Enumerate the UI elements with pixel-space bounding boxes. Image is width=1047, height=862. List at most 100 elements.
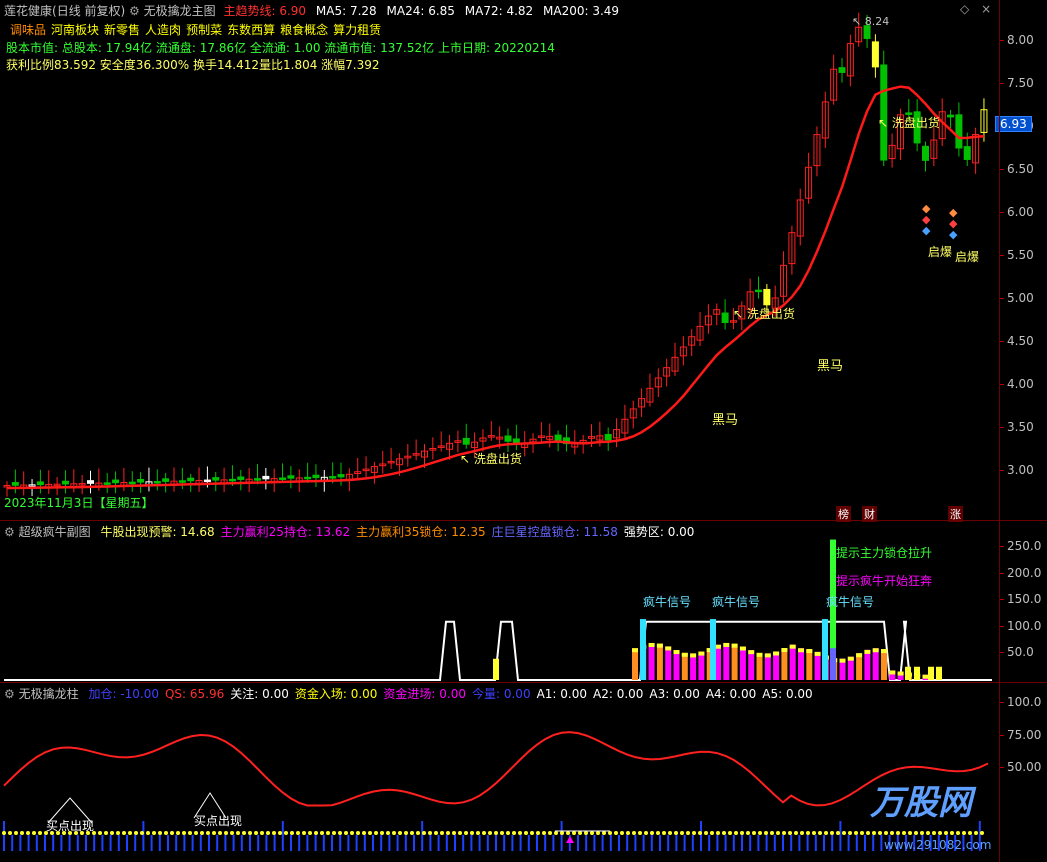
signal-dot <box>224 831 228 835</box>
signal-dot <box>800 831 804 835</box>
signal-dot <box>650 831 654 835</box>
candle-body <box>153 480 161 484</box>
signal-dot <box>296 831 300 835</box>
signal-dot <box>722 831 726 835</box>
signal-dot <box>356 831 360 835</box>
signal-dot <box>248 831 252 835</box>
bull-bar-cap <box>789 644 796 649</box>
concept-tag[interactable]: 粮食概念 <box>280 23 328 37</box>
signal-dot <box>176 831 180 835</box>
axis-tick-label: 150.0 <box>998 592 1042 606</box>
sub1-name[interactable]: 超级疯牛副图 <box>19 525 91 539</box>
date-label: 2023年11月3日【星期五】 <box>4 496 154 510</box>
axis-tick-label: 75.00 <box>998 727 1042 742</box>
concept-tag[interactable]: 新零售 <box>104 23 140 37</box>
tip-lock-up: 提示主力锁仓拉升 <box>836 546 933 560</box>
diamond-icon[interactable]: ◇ <box>960 2 969 16</box>
settings-icon[interactable]: ⚙ <box>129 4 140 18</box>
concept-tag[interactable]: 人造肉 <box>145 23 181 37</box>
buy-signal-2: 买点出现 <box>194 814 243 828</box>
concept-tag[interactable]: 预制菜 <box>186 23 222 37</box>
axis-tick-label: 7.50 <box>999 76 1034 90</box>
settings-icon[interactable]: ⚙ <box>4 687 15 701</box>
signal-dot <box>134 831 138 835</box>
buy-signal-1: 买点出现 <box>46 819 95 833</box>
signal-dot <box>602 831 606 835</box>
signal-dot <box>104 831 108 835</box>
signal-dot <box>782 831 786 835</box>
current-price-tag: 6.93 <box>995 116 1032 132</box>
signal-dot <box>506 831 510 835</box>
main-trend-line <box>6 85 985 490</box>
axis-tick-label: 5.00 <box>999 291 1034 305</box>
signal-dot <box>662 831 666 835</box>
signal-dot <box>638 831 642 835</box>
signal-dot <box>32 831 36 835</box>
signal-dot <box>332 831 336 835</box>
candle-body <box>880 64 888 161</box>
candle-body <box>262 475 270 480</box>
signal-dot <box>770 831 774 835</box>
concept-tag[interactable]: 调味品 <box>10 23 46 37</box>
qs-line <box>3 731 989 807</box>
close-icon[interactable]: × <box>981 2 991 16</box>
bull-signal-3: 疯牛信号 <box>826 595 875 609</box>
candle-body <box>462 437 470 445</box>
bull-bar <box>656 643 663 680</box>
axis-divider <box>999 0 1000 862</box>
signal-dot <box>554 831 558 835</box>
bull-bar-cap <box>673 650 680 655</box>
signal-dot <box>542 831 546 835</box>
sub2-name[interactable]: 无极擒龙柱 <box>19 687 79 701</box>
indicator-name[interactable]: 无极擒龙主图 <box>144 4 216 18</box>
signal-dot <box>302 831 306 835</box>
signal-dot <box>836 831 840 835</box>
signal-dot <box>608 831 612 835</box>
signal-dot <box>848 831 852 835</box>
signal-dot <box>38 831 42 835</box>
bull-bar-cap <box>781 648 788 653</box>
concept-tag[interactable]: 算力租赁 <box>333 23 381 37</box>
window-controls: ◇ × <box>960 2 991 16</box>
sub1-header: ⚙ 超级疯牛副图 牛股出现预警: 14.68 主力赢利25持仓: 13.62 主力赢… <box>4 523 694 540</box>
bull-bar-cap <box>839 658 846 663</box>
burst-label-2: 启爆 <box>955 250 980 264</box>
signal-dot <box>350 831 354 835</box>
signal-dot <box>740 831 744 835</box>
signal-dot <box>362 831 366 835</box>
signal-dot <box>902 831 906 835</box>
indicator-value: 资金进场: 0.00 <box>383 687 466 701</box>
signal-dot <box>710 831 714 835</box>
concept-tag[interactable]: 东数西算 <box>227 23 275 37</box>
bull-bar-cap <box>698 651 705 656</box>
bull-bar-cap <box>764 653 771 658</box>
indicator-value: QS: 65.96 <box>164 687 225 701</box>
concept-tag[interactable]: 河南板块 <box>51 23 99 37</box>
signal-dot <box>668 831 672 835</box>
signal-dot <box>560 831 564 835</box>
signal-dot <box>872 831 876 835</box>
signal-dot <box>194 831 198 835</box>
candle-body <box>112 479 120 484</box>
trend-label: 主趋势线: <box>223 4 276 18</box>
sub-chart-2[interactable]: ⚙ 无极擒龙柱 加仓: -10.00 QS: 65.96 关注: 0.00 资金入场:… <box>0 683 1047 862</box>
settings-icon[interactable]: ⚙ <box>4 525 15 539</box>
signal-dot <box>590 831 594 835</box>
signal-dot <box>182 831 186 835</box>
signal-dot <box>878 831 882 835</box>
candlestick-chart[interactable] <box>0 0 1000 520</box>
signal-dot <box>644 831 648 835</box>
signal-dot <box>980 831 984 835</box>
main-chart-panel[interactable]: 莲花健康(日线 前复权) ⚙ 无极擒龙主图 主趋势线: 6.90 MA5: 7.… <box>0 0 1047 522</box>
indicator-value: 关注: 0.00 <box>230 687 289 701</box>
indicator-value: 主力赢利25持仓: 13.62 <box>220 525 351 539</box>
sub-chart-1[interactable]: ⚙ 超级疯牛副图 牛股出现预警: 14.68 主力赢利25持仓: 13.62 主力赢… <box>0 521 1047 682</box>
warn-bar <box>928 666 934 680</box>
bull-bar <box>789 644 796 680</box>
signal-dot <box>758 831 762 835</box>
candle-body <box>763 288 771 306</box>
candle-body <box>721 312 729 323</box>
dragon-column-chart[interactable] <box>0 683 1000 862</box>
profit-info: 获利比例83.592 安全度36.300% 换手14.412量比1.804 涨幅… <box>6 58 380 72</box>
signal-dot <box>434 831 438 835</box>
